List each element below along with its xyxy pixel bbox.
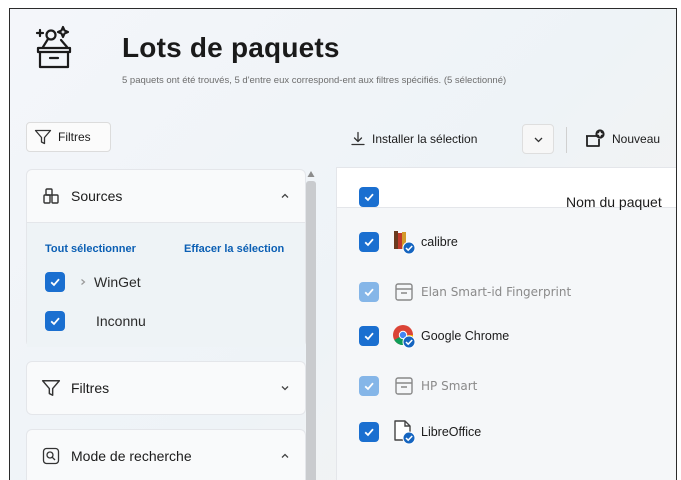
source-label-inconnu: Inconnu [96, 313, 146, 329]
package-bundle-icon [35, 25, 72, 69]
chevron-right-icon[interactable] [79, 278, 87, 286]
checkmark-icon [364, 193, 374, 202]
funnel-icon [41, 380, 61, 396]
table-row[interactable]: calibre [359, 229, 458, 255]
package-name: LibreOffice [421, 425, 482, 439]
install-selection-label: Installer la sélection [372, 132, 478, 146]
new-bundle-button[interactable]: Nouveau [578, 122, 660, 156]
install-selection-button[interactable]: Installer la sélection [340, 122, 487, 156]
chevron-down-icon[interactable] [279, 382, 291, 394]
sources-title: Sources [71, 188, 123, 204]
checkmark-icon [364, 288, 374, 297]
table-row: Elan Smart-id Fingerprint [359, 279, 571, 305]
package-list-header: Nom du paquet [337, 168, 676, 210]
package-name: HP Smart [421, 379, 478, 393]
chevron-up-icon[interactable] [279, 450, 291, 462]
chevron-up-icon[interactable] [279, 190, 291, 202]
checkmark-icon [364, 382, 374, 391]
app-window: Lots de paquets 5 paquets ont été trouvé… [9, 8, 677, 480]
checkmark-icon [364, 238, 374, 247]
checkmark-icon [50, 278, 60, 287]
checkmark-icon [364, 332, 374, 341]
column-header-package-name[interactable]: Nom du paquet [566, 194, 662, 210]
package-list: Nom du paquet calibre Elan Smart-id Fing… [336, 167, 676, 480]
select-all-checkbox[interactable] [359, 187, 379, 207]
row-checkbox [359, 376, 379, 396]
page-subtitle: 5 paquets ont été trouvés, 5 d'entre eux… [122, 75, 507, 86]
table-row[interactable]: Google Chrome [359, 323, 509, 349]
scroll-up-arrow-icon[interactable] [307, 170, 315, 178]
row-checkbox[interactable] [359, 326, 379, 346]
checkmark-icon [50, 317, 60, 326]
package-icon [395, 283, 413, 301]
new-bundle-label: Nouveau [612, 132, 661, 146]
package-name: Google Chrome [421, 329, 510, 343]
search-icon [42, 447, 60, 465]
libreoffice-icon [394, 420, 416, 445]
clear-selection-link[interactable]: Effacer la sélection [184, 243, 284, 255]
row-checkbox[interactable] [359, 232, 379, 252]
filters-panel: Sources Tout sélectionner Effacer la sél… [26, 169, 306, 480]
sources-header[interactable]: Sources [27, 170, 305, 222]
checkmark-icon [364, 428, 374, 437]
chrome-icon [393, 325, 416, 349]
funnel-icon [34, 129, 52, 145]
package-name: calibre [421, 235, 458, 249]
chevron-down-icon [534, 137, 542, 142]
source-checkbox-winget[interactable] [45, 272, 65, 292]
left-panel-scrollbar[interactable] [306, 181, 316, 480]
filters-toggle-button[interactable]: Filtres [26, 122, 111, 152]
install-options-dropdown[interactable] [522, 124, 554, 154]
row-checkbox[interactable] [359, 422, 379, 442]
page-title: Lots de paquets [122, 32, 340, 63]
row-checkbox [359, 282, 379, 302]
sources-section: Sources Tout sélectionner Effacer la sél… [26, 169, 306, 347]
toolbar-divider [566, 127, 567, 153]
download-icon [351, 131, 365, 146]
filters-section[interactable]: Filtres [26, 361, 306, 415]
package-icon [395, 377, 413, 395]
source-item-winget[interactable]: WinGet [45, 272, 141, 292]
table-row[interactable]: LibreOffice [359, 419, 481, 445]
calibre-icon [394, 231, 416, 255]
table-row: HP Smart [359, 373, 477, 399]
source-label-winget: WinGet [94, 274, 141, 290]
new-bundle-icon [586, 129, 605, 147]
source-item-inconnu[interactable]: Inconnu [45, 311, 146, 331]
source-checkbox-inconnu[interactable] [45, 311, 65, 331]
sources-icon [43, 188, 59, 204]
filters-toggle-label: Filtres [58, 130, 91, 144]
search-mode-header[interactable]: Mode de recherche [27, 430, 305, 480]
search-mode-title: Mode de recherche [71, 448, 192, 464]
filters-title: Filtres [71, 380, 110, 396]
sources-body: Tout sélectionner Effacer la sélection W… [27, 222, 305, 347]
filters-header[interactable]: Filtres [27, 362, 305, 414]
package-name: Elan Smart-id Fingerprint [421, 285, 572, 299]
search-mode-section[interactable]: Mode de recherche [26, 429, 306, 480]
select-all-link[interactable]: Tout sélectionner [45, 243, 136, 255]
